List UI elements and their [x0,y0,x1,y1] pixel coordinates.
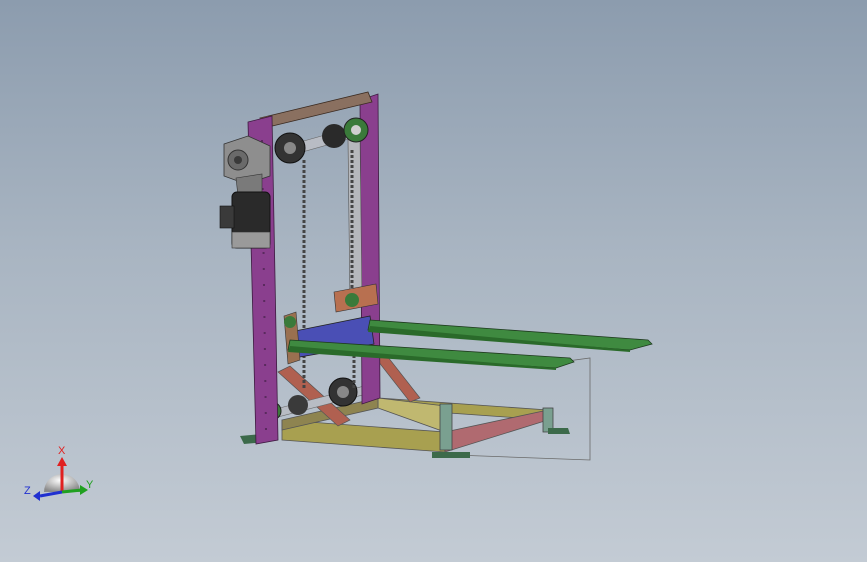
graphics-viewport[interactable]: X Y Z [0,0,867,562]
x-axis-arrowhead [57,457,67,466]
z-axis-arrowhead [33,491,40,501]
y-axis-label: Y [86,479,94,491]
z-axis-arrow [39,490,63,498]
x-axis-label: X [58,445,66,457]
orientation-triad[interactable]: X Y Z [18,440,98,510]
lift-assembly-model[interactable] [0,0,867,562]
motor[interactable] [219,191,271,249]
z-axis-label: Z [24,485,31,497]
y-axis-arrow [61,488,83,494]
